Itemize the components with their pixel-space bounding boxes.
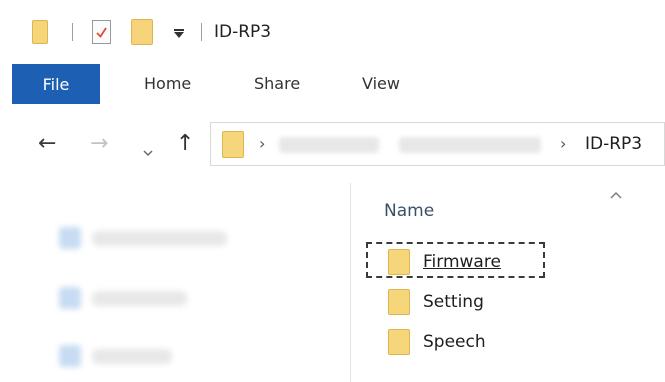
list-item[interactable]: Setting: [388, 289, 528, 317]
sort-chevron-icon[interactable]: [610, 184, 622, 203]
folder-icon: [388, 329, 410, 355]
recent-locations-icon[interactable]: [143, 142, 153, 161]
list-item[interactable]: Firmware: [388, 249, 528, 277]
list-item[interactable]: Speech: [388, 329, 528, 357]
breadcrumb-current[interactable]: ID-RP3: [585, 134, 642, 154]
folder-icon: [388, 289, 410, 315]
nav-item-icon: [59, 287, 81, 309]
title-separator: [201, 23, 202, 41]
nav-item-icon: [59, 345, 81, 367]
file-name: Setting: [423, 292, 484, 312]
back-arrow-icon[interactable]: ←: [38, 133, 56, 155]
qat-separator: [72, 23, 73, 41]
tab-share[interactable]: Share: [254, 74, 300, 93]
file-name: Firmware: [423, 252, 501, 272]
tab-file[interactable]: File: [12, 64, 100, 104]
folder-icon: [388, 249, 410, 275]
folder-icon: [32, 20, 48, 44]
tab-home[interactable]: Home: [144, 74, 191, 93]
nav-item-label: [92, 231, 227, 246]
breadcrumb-separator: ›: [259, 134, 266, 153]
new-folder-icon[interactable]: [131, 19, 153, 45]
nav-item-icon: [59, 227, 81, 249]
address-bar[interactable]: › › ID-RP3: [210, 122, 665, 166]
breadcrumb-separator: ›: [560, 134, 567, 153]
breadcrumb-hidden-segment: [279, 137, 379, 153]
properties-icon[interactable]: [92, 20, 111, 44]
up-arrow-icon[interactable]: ↑: [176, 133, 194, 155]
breadcrumb-hidden-segment: [399, 137, 541, 153]
window-title: ID-RP3: [214, 22, 272, 42]
forward-arrow-icon[interactable]: →: [90, 133, 108, 155]
column-header-name[interactable]: Name: [384, 201, 434, 221]
file-name: Speech: [423, 332, 486, 352]
nav-item-label: [92, 349, 172, 364]
customize-qat-icon[interactable]: [174, 29, 184, 39]
pane-divider: [350, 183, 351, 382]
address-folder-icon: [222, 131, 244, 158]
nav-item-label: [92, 291, 187, 306]
tab-view[interactable]: View: [362, 74, 400, 93]
